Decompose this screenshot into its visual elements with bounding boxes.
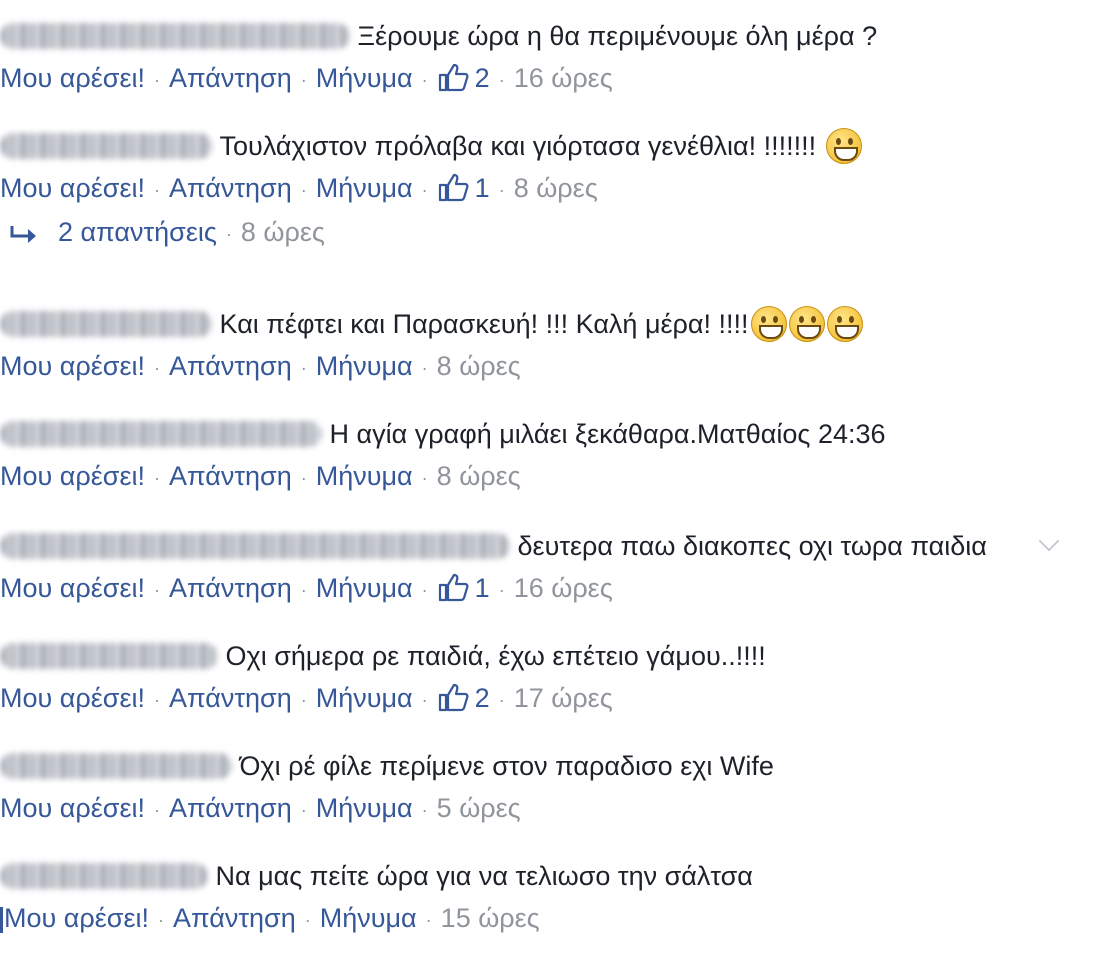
comment-body: Και πέφτει και Παρασκευή! !!! Καλή μέρα!… — [219, 308, 749, 339]
like-count[interactable]: 1 — [437, 173, 490, 203]
reply-link[interactable]: Απάντηση — [169, 63, 292, 93]
comment-actions: Μου αρέσει! · Απάντηση · Μήνυμα · 2 · 17 ώρες — [0, 676, 1100, 720]
comment-author[interactable] — [0, 21, 350, 51]
view-replies[interactable]: 2 απαντήσεις · 8 ώρες — [0, 210, 1100, 254]
comment-body: Οχι σήμερα ρε παιδιά, έχω επέτειο γάμου.… — [225, 640, 766, 671]
message-link[interactable]: Μήνυμα — [320, 903, 417, 933]
thumbs-up-icon — [437, 571, 469, 601]
comment-timestamp[interactable]: 8 ώρες — [437, 461, 521, 491]
comment-text-line: Ξέρουμε ώρα η θα περιμένουμε όλη μέρα ? — [0, 12, 1100, 56]
comment-timestamp[interactable]: 8 ώρες — [514, 173, 598, 203]
comment-actions: Μου αρέσει! · Απάντηση · Μήνυμα · 1 · 16 ώρες — [0, 566, 1100, 610]
like-count[interactable]: 1 — [437, 573, 490, 603]
comment-item: Και πέφτει και Παρασκευή! !!! Καλή μέρα!… — [0, 300, 1100, 388]
grin-emoji-icon — [788, 305, 825, 342]
comment-item: δευτερα παω διακοπες οχι τωρα παιδια Μου… — [0, 522, 1100, 610]
like-link[interactable]: Μου αρέσει! — [0, 683, 145, 713]
comment-text-line: Όχι ρέ φίλε περίμενε στον παραδισο εχι W… — [0, 742, 1100, 786]
comment-actions: Μου αρέσει! · Απάντηση · Μήνυμα · 1 · 8 ώρες — [0, 166, 1100, 210]
comment-actions: Μου αρέσει! · Απάντηση · Μήνυμα · 5 ώρες — [0, 793, 521, 823]
thumbs-up-icon — [437, 171, 469, 201]
message-link[interactable]: Μήνυμα — [316, 173, 413, 203]
comment-body: Όχι ρέ φίλε περίμενε στον παραδισο εχι W… — [239, 750, 774, 781]
comment-item: Οχι σήμερα ρε παιδιά, έχω επέτειο γάμου.… — [0, 632, 1100, 720]
message-link[interactable]: Μήνυμα — [316, 351, 413, 381]
comment-actions: Μου αρέσει! · Απάντηση · Μήνυμα · 8 ώρες — [0, 461, 521, 491]
comment-timestamp[interactable]: 5 ώρες — [437, 793, 521, 823]
comment-timestamp[interactable]: 16 ώρες — [514, 63, 613, 93]
replies-timestamp: 8 ώρες — [240, 217, 325, 247]
comment-author[interactable] — [0, 861, 208, 891]
like-link[interactable]: Μου αρέσει! — [0, 63, 145, 93]
text-cursor — [0, 906, 3, 933]
reply-link[interactable]: Απάντηση — [169, 461, 292, 491]
reply-link[interactable]: Απάντηση — [169, 573, 292, 603]
comment-item: Τουλάχιστον πρόλαβα και γιόρτασα γενέθλι… — [0, 122, 1100, 254]
comment-text-line: Να μας πείτε ώρα για να τελιωσο την σάλτ… — [0, 852, 1100, 896]
comment-actions: Μου αρέσει! · Απάντηση · Μήνυμα · 15 ώρες — [0, 896, 1100, 940]
comment-item: Η αγία γραφή μιλάει ξεκάθαρα.Ματθαίος 24… — [0, 410, 1100, 498]
reply-link[interactable]: Απάντηση — [169, 173, 292, 203]
like-link[interactable]: Μου αρέσει! — [0, 173, 145, 203]
comment-body: Η αγία γραφή μιλάει ξεκάθαρα.Ματθαίος 24… — [329, 418, 886, 449]
comment-author[interactable] — [0, 751, 232, 781]
message-link[interactable]: Μήνυμα — [316, 461, 413, 491]
chevron-down-icon[interactable] — [1038, 530, 1060, 552]
comment-body: Να μας πείτε ώρα για να τελιωσο την σάλτ… — [215, 860, 753, 891]
comment-text-line: δευτερα παω διακοπες οχι τωρα παιδια — [0, 522, 1100, 566]
comment-author[interactable] — [0, 309, 212, 339]
comment-body: Τουλάχιστον πρόλαβα και γιόρτασα γενέθλι… — [219, 130, 817, 161]
comment-timestamp[interactable]: 8 ώρες — [437, 351, 521, 381]
comment-text-line: Η αγία γραφή μιλάει ξεκάθαρα.Ματθαίος 24… — [0, 410, 1100, 454]
comment-item: Ξέρουμε ώρα η θα περιμένουμε όλη μέρα ? … — [0, 12, 1100, 100]
like-link[interactable]: Μου αρέσει! — [0, 793, 145, 823]
grin-emoji-icon — [750, 305, 787, 342]
message-link[interactable]: Μήνυμα — [316, 793, 413, 823]
reply-arrow-icon — [6, 219, 42, 249]
message-link[interactable]: Μήνυμα — [316, 683, 413, 713]
comments-feed: Ξέρουμε ώρα η θα περιμένουμε όλη μέρα ? … — [0, 0, 1100, 955]
like-link[interactable]: Μου αρέσει! — [0, 351, 145, 381]
like-count[interactable]: 2 — [437, 683, 490, 713]
reply-link[interactable]: Απάντηση — [169, 351, 292, 381]
comment-item: Όχι ρέ φίλε περίμενε στον παραδισο εχι W… — [0, 742, 1100, 830]
comment-timestamp[interactable]: 17 ώρες — [514, 683, 613, 713]
like-link[interactable]: Μου αρέσει! — [4, 903, 149, 933]
thumbs-up-icon — [437, 61, 469, 91]
comment-author[interactable] — [0, 531, 510, 561]
comment-timestamp[interactable]: 16 ώρες — [514, 573, 613, 603]
comment-text-line: Οχι σήμερα ρε παιδιά, έχω επέτειο γάμου.… — [0, 632, 1100, 676]
comment-author[interactable] — [0, 131, 212, 161]
comment-author[interactable] — [0, 641, 218, 671]
comment-text-line: Και πέφτει και Παρασκευή! !!! Καλή μέρα!… — [0, 300, 1100, 344]
thumbs-up-icon — [437, 681, 469, 711]
comment-timestamp[interactable]: 15 ώρες — [441, 903, 540, 933]
reply-link[interactable]: Απάντηση — [169, 683, 292, 713]
grin-emoji-icon — [826, 305, 863, 342]
like-link[interactable]: Μου αρέσει! — [0, 461, 145, 491]
message-link[interactable]: Μήνυμα — [316, 63, 413, 93]
comment-actions: Μου αρέσει! · Απάντηση · Μήνυμα · 8 ώρες — [0, 351, 521, 381]
comment-item: Να μας πείτε ώρα για να τελιωσο την σάλτ… — [0, 852, 1100, 940]
comment-body: Ξέρουμε ώρα η θα περιμένουμε όλη μέρα ? — [357, 20, 878, 51]
comment-text-line: Τουλάχιστον πρόλαβα και γιόρτασα γενέθλι… — [0, 122, 1100, 166]
comment-author[interactable] — [0, 419, 322, 449]
replies-count-link[interactable]: 2 απαντήσεις — [58, 217, 217, 247]
comment-body: δευτερα παω διακοπες οχι τωρα παιδια — [517, 530, 987, 561]
grin-emoji-icon — [825, 127, 862, 164]
reply-link[interactable]: Απάντηση — [169, 793, 292, 823]
message-link[interactable]: Μήνυμα — [316, 573, 413, 603]
comment-actions: Μου αρέσει! · Απάντηση · Μήνυμα · 2 · 16 ώρες — [0, 56, 1100, 100]
like-count[interactable]: 2 — [437, 63, 490, 93]
reply-link[interactable]: Απάντηση — [173, 903, 296, 933]
like-link[interactable]: Μου αρέσει! — [0, 573, 145, 603]
